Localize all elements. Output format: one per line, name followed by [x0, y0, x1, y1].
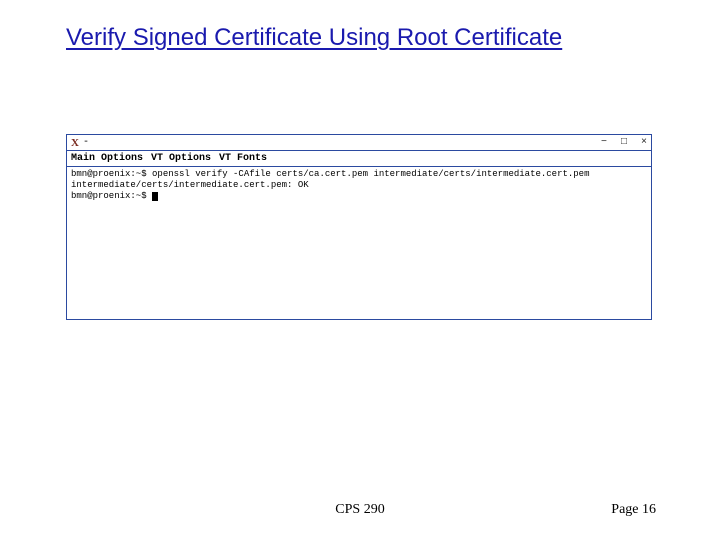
- menu-vt-options[interactable]: VT Options: [151, 153, 211, 164]
- maximize-button[interactable]: □: [621, 138, 627, 148]
- titlebar-text: -: [83, 138, 89, 148]
- slide-title: Verify Signed Certificate Using Root Cer…: [66, 24, 654, 52]
- xterm-icon: X: [71, 138, 79, 148]
- cursor-icon: [152, 192, 158, 201]
- footer-page: Page 16: [611, 502, 656, 518]
- window-controls: − □ ×: [601, 138, 647, 148]
- terminal-window: X - − □ × Main Options VT Options VT Fon…: [66, 134, 652, 320]
- terminal-titlebar: X - − □ ×: [67, 135, 651, 151]
- terminal-line: intermediate/certs/intermediate.cert.pem…: [71, 180, 309, 190]
- close-button[interactable]: ×: [641, 138, 647, 148]
- terminal-line: bmn@proenix:~$ openssl verify -CAfile ce…: [71, 169, 589, 179]
- titlebar-left: X -: [71, 138, 89, 148]
- menu-vt-fonts[interactable]: VT Fonts: [219, 153, 267, 164]
- slide: Verify Signed Certificate Using Root Cer…: [0, 0, 720, 540]
- terminal-line: bmn@proenix:~$: [71, 191, 152, 201]
- terminal-menubar: Main Options VT Options VT Fonts: [67, 151, 651, 167]
- menu-main-options[interactable]: Main Options: [71, 153, 143, 164]
- terminal-body: bmn@proenix:~$ openssl verify -CAfile ce…: [67, 167, 651, 204]
- minimize-button[interactable]: −: [601, 138, 607, 148]
